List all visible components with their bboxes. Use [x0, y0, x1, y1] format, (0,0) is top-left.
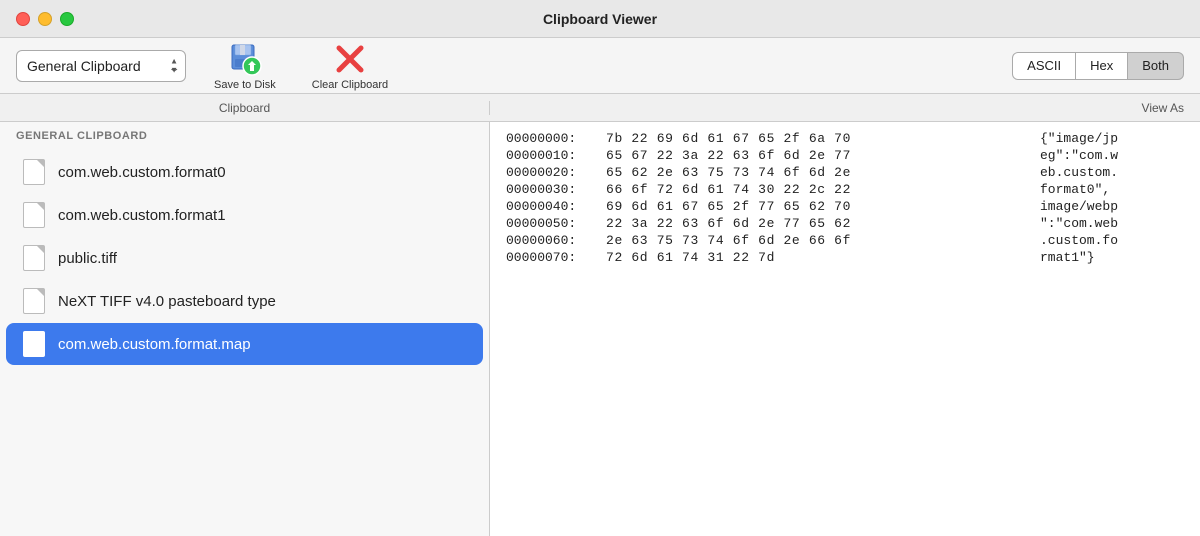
hex-ascii: image/webp: [1024, 199, 1184, 214]
clipboard-column-header: Clipboard: [0, 101, 490, 115]
save-to-disk-button[interactable]: Save to Disk: [206, 39, 284, 93]
hex-bytes: 2e 63 75 73 74 6f 6d 2e 66 6f: [606, 233, 1024, 248]
hex-offset: 00000020:: [506, 165, 606, 180]
hex-row: 00000030: 66 6f 72 6d 61 74 30 22 2c 22 …: [490, 181, 1200, 198]
item-name: NeXT TIFF v4.0 pasteboard type: [58, 293, 276, 310]
hex-offset: 00000060:: [506, 233, 606, 248]
hex-bytes: 7b 22 69 6d 61 67 65 2f 6a 70: [606, 131, 1024, 146]
hex-bytes: 22 3a 22 63 6f 6d 2e 77 65 62: [606, 216, 1024, 231]
hex-row: 00000070: 72 6d 61 74 31 22 7d rmat1"}: [490, 249, 1200, 266]
column-headers: Clipboard View As: [0, 94, 1200, 122]
save-to-disk-label: Save to Disk: [214, 79, 276, 91]
format-list: com.web.custom.format0 com.web.custom.fo…: [0, 146, 489, 536]
view-both-button[interactable]: Both: [1128, 52, 1184, 80]
hex-ascii: .custom.fo: [1024, 233, 1184, 248]
window-title: Clipboard Viewer: [543, 11, 657, 27]
toolbar-left: General Clipboard Find Pasteboard Drag P…: [16, 39, 396, 93]
hex-bytes: 66 6f 72 6d 61 74 30 22 2c 22: [606, 182, 1024, 197]
hex-row: 00000060: 2e 63 75 73 74 6f 6d 2e 66 6f …: [490, 232, 1200, 249]
hex-offset: 00000040:: [506, 199, 606, 214]
left-panel: GENERAL CLIPBOARD com.web.custom.format0…: [0, 122, 490, 536]
clipboard-dropdown-wrapper[interactable]: General Clipboard Find Pasteboard Drag P…: [16, 50, 186, 82]
view-as-group: ASCII Hex Both: [1012, 52, 1184, 80]
list-item[interactable]: NeXT TIFF v4.0 pasteboard type: [6, 280, 483, 322]
hex-ascii: eg":"com.w: [1024, 148, 1184, 163]
list-item[interactable]: com.web.custom.format0: [6, 151, 483, 193]
hex-row: 00000020: 65 62 2e 63 75 73 74 6f 6d 2e …: [490, 164, 1200, 181]
hex-ascii: ":"com.web: [1024, 216, 1184, 231]
clear-clipboard-icon: [332, 41, 368, 77]
hex-offset: 00000000:: [506, 131, 606, 146]
hex-ascii: {"image/jp: [1024, 131, 1184, 146]
list-item[interactable]: com.web.custom.format1: [6, 194, 483, 236]
clear-clipboard-label: Clear Clipboard: [312, 79, 388, 91]
file-icon: [22, 287, 46, 315]
file-icon: [22, 158, 46, 186]
hex-row: 00000050: 22 3a 22 63 6f 6d 2e 77 65 62 …: [490, 215, 1200, 232]
clear-clipboard-button[interactable]: Clear Clipboard: [304, 39, 396, 93]
hex-offset: 00000010:: [506, 148, 606, 163]
hex-bytes: 72 6d 61 74 31 22 7d: [606, 250, 1024, 265]
hex-offset: 00000050:: [506, 216, 606, 231]
view-ascii-button[interactable]: ASCII: [1012, 52, 1076, 80]
item-name-selected: com.web.custom.format.map: [58, 336, 251, 353]
hex-rows-container: 00000000: 7b 22 69 6d 61 67 65 2f 6a 70 …: [490, 130, 1200, 266]
hex-offset: 00000030:: [506, 182, 606, 197]
viewas-column-header: View As: [490, 101, 1200, 115]
zoom-button[interactable]: [60, 12, 74, 26]
hex-offset: 00000070:: [506, 250, 606, 265]
section-header: GENERAL CLIPBOARD: [0, 122, 489, 146]
close-button[interactable]: [16, 12, 30, 26]
clipboard-dropdown[interactable]: General Clipboard Find Pasteboard Drag P…: [16, 50, 186, 82]
hex-row: 00000010: 65 67 22 3a 22 63 6f 6d 2e 77 …: [490, 147, 1200, 164]
hex-bytes: 65 67 22 3a 22 63 6f 6d 2e 77: [606, 148, 1024, 163]
item-name: com.web.custom.format1: [58, 207, 226, 224]
toolbar: General Clipboard Find Pasteboard Drag P…: [0, 38, 1200, 94]
hex-ascii: rmat1"}: [1024, 250, 1184, 265]
hex-bytes: 65 62 2e 63 75 73 74 6f 6d 2e: [606, 165, 1024, 180]
minimize-button[interactable]: [38, 12, 52, 26]
main-content: GENERAL CLIPBOARD com.web.custom.format0…: [0, 122, 1200, 536]
item-name: com.web.custom.format0: [58, 164, 226, 181]
list-item-selected[interactable]: com.web.custom.format.map: [6, 323, 483, 365]
file-icon-selected: [22, 330, 46, 358]
hex-row: 00000000: 7b 22 69 6d 61 67 65 2f 6a 70 …: [490, 130, 1200, 147]
hex-viewer: 00000000: 7b 22 69 6d 61 67 65 2f 6a 70 …: [490, 122, 1200, 536]
file-icon: [22, 244, 46, 272]
traffic-lights: [16, 12, 74, 26]
list-item[interactable]: public.tiff: [6, 237, 483, 279]
hex-ascii: format0",: [1024, 182, 1184, 197]
item-name: public.tiff: [58, 250, 117, 267]
save-to-disk-icon: [227, 41, 263, 77]
view-hex-button[interactable]: Hex: [1076, 52, 1128, 80]
title-bar: Clipboard Viewer: [0, 0, 1200, 38]
hex-ascii: eb.custom.: [1024, 165, 1184, 180]
file-icon: [22, 201, 46, 229]
hex-bytes: 69 6d 61 67 65 2f 77 65 62 70: [606, 199, 1024, 214]
hex-row: 00000040: 69 6d 61 67 65 2f 77 65 62 70 …: [490, 198, 1200, 215]
